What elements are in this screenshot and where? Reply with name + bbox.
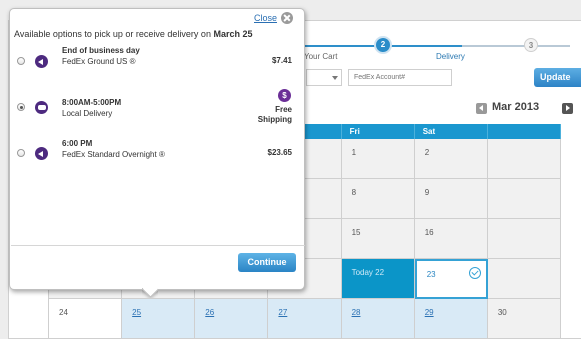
calendar-month-label: Mar 2013: [492, 101, 540, 113]
option-price: $7.41: [271, 56, 292, 65]
calendar-day: [487, 139, 561, 179]
step-delivery-dot: 2: [376, 38, 390, 52]
calendar-day: 24: [49, 299, 123, 339]
calendar-week-row: 24 25 26 27 28 29 30: [49, 299, 561, 339]
option-time: End of business day: [62, 46, 140, 55]
calendar-header: Mar 2013: [476, 100, 574, 118]
next-month-icon[interactable]: [562, 103, 573, 114]
calendar-day: 9: [414, 179, 488, 219]
calendar-day: 1: [341, 139, 415, 179]
weekday-header: Fri: [342, 124, 415, 139]
option-service: FedEx Standard Overnight ®: [62, 150, 165, 159]
delivery-option-overnight[interactable]: 6:00 PM FedEx Standard Overnight ® $23.6…: [10, 135, 306, 175]
fedex-arrow-icon: [35, 147, 48, 160]
option-service: Local Delivery: [62, 109, 113, 118]
calendar-day[interactable]: 25: [122, 299, 196, 339]
update-button[interactable]: Update: [534, 68, 581, 87]
calendar-day: 30: [487, 299, 561, 339]
local-delivery-icon: [35, 101, 48, 114]
option-radio[interactable]: [17, 57, 25, 65]
weekday-header: [488, 124, 561, 139]
option-price: $23.65: [267, 148, 292, 157]
calendar-day: 16: [414, 219, 488, 259]
shipping-label: Shipping: [257, 115, 292, 124]
chevron-down-icon: [332, 76, 338, 80]
popup-pointer: [142, 288, 158, 298]
close-link[interactable]: Close: [254, 13, 277, 23]
option-service: FedEx Ground US ®: [62, 57, 136, 66]
calendar-day-selected[interactable]: 23: [414, 259, 488, 299]
calendar-day: 2: [414, 139, 488, 179]
delivery-option-local[interactable]: 8:00AM-5:00PM Local Delivery $ Free Ship…: [10, 89, 306, 129]
option-radio-selected[interactable]: [17, 103, 25, 111]
option-radio[interactable]: [17, 149, 25, 157]
delivery-options-popup: Close Available options to pick up or re…: [9, 8, 305, 290]
calendar-day: [487, 179, 561, 219]
option-price-free: Free Shipping: [258, 105, 292, 125]
calendar-day[interactable]: 29: [414, 299, 488, 339]
calendar-day-today: Today 22: [341, 259, 415, 299]
calendar-day: [487, 259, 561, 299]
popup-divider: [11, 245, 305, 246]
fedex-account-input[interactable]: [348, 69, 452, 86]
calendar-day[interactable]: 26: [195, 299, 269, 339]
delivery-option-ground[interactable]: End of business day FedEx Ground US ® $7…: [10, 43, 306, 83]
calendar-day: [487, 219, 561, 259]
free-label: Free: [275, 105, 292, 114]
popup-title-date: March 25: [213, 29, 253, 39]
popup-title-text: Available options to pick up or receive …: [14, 29, 211, 39]
dollar-icon: $: [278, 89, 291, 102]
step-next-dot: 3: [524, 38, 538, 52]
fedex-arrow-icon: [35, 55, 48, 68]
step-label-delivery: Delivery: [436, 52, 465, 61]
prev-month-icon[interactable]: [476, 103, 487, 114]
close-icon[interactable]: [281, 12, 293, 24]
option-time: 6:00 PM: [62, 139, 93, 148]
calendar-day: 15: [341, 219, 415, 259]
calendar-day[interactable]: 27: [268, 299, 342, 339]
step-label-cart[interactable]: Your Cart: [304, 52, 338, 61]
option-time: 8:00AM-5:00PM: [62, 98, 122, 107]
popup-title: Available options to pick up or receive …: [14, 29, 253, 39]
continue-button[interactable]: Continue: [238, 253, 296, 272]
carrier-dropdown[interactable]: [306, 69, 342, 86]
check-circle-icon: [468, 267, 481, 279]
calendar-day: 8: [341, 179, 415, 219]
calendar-day[interactable]: 28: [341, 299, 415, 339]
weekday-header: Sat: [415, 124, 488, 139]
